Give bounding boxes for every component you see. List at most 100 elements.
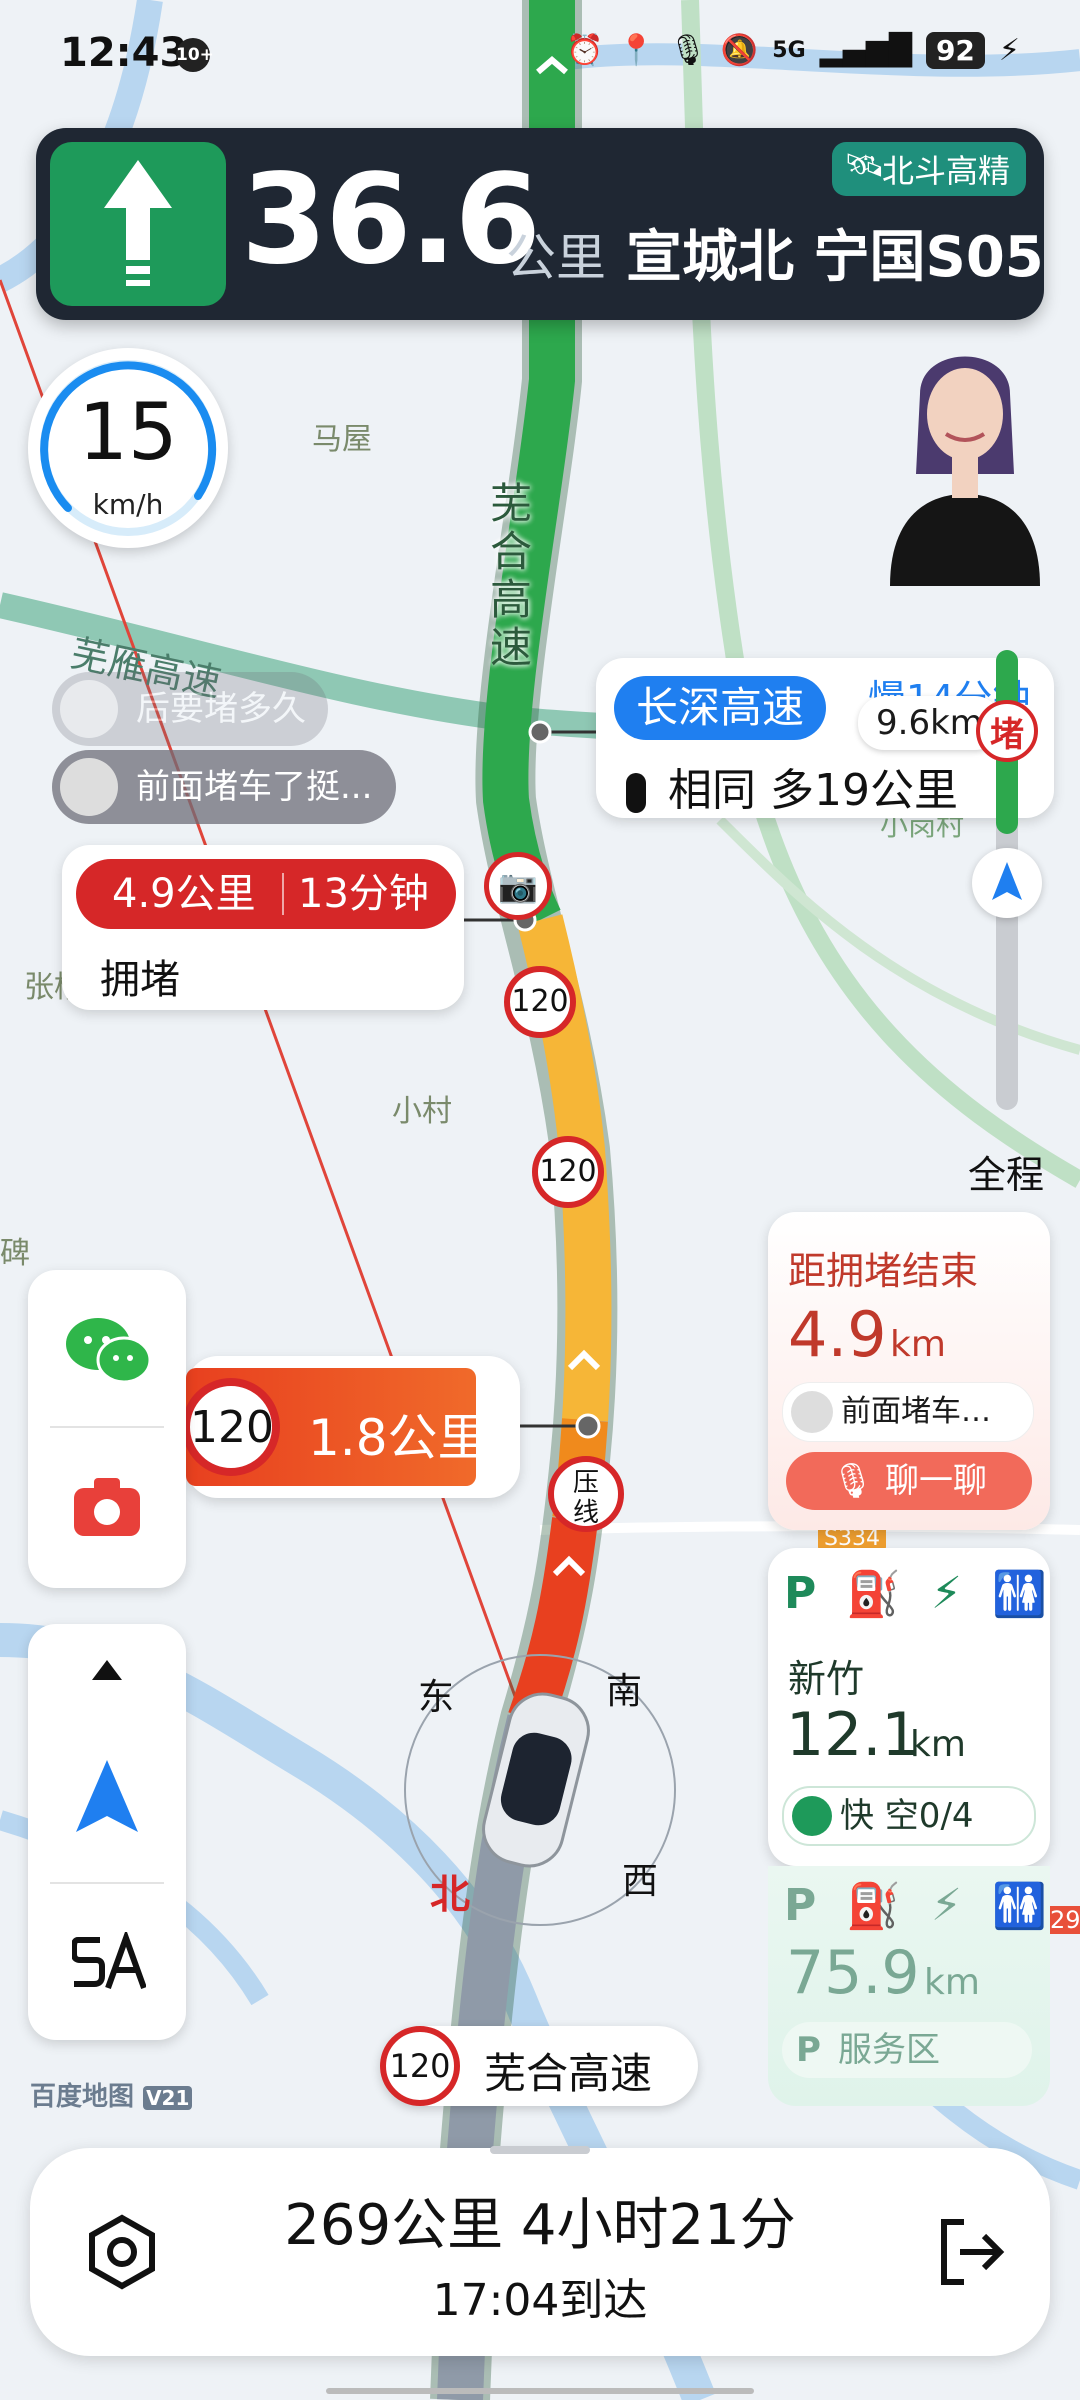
charging-icon: ⚡ — [931, 1880, 962, 1931]
next-road-name: 宣城北 宁国S05 — [626, 225, 1044, 290]
place-label: 马屋 — [312, 422, 372, 457]
voice-assistant-avatar[interactable] — [880, 334, 1050, 586]
speedometer: 15 km/h — [28, 348, 228, 548]
system-gesture-bar — [326, 2388, 754, 2394]
nav-guidance-banner[interactable]: 36.6 公里 宣城北 宁国S05 🛰 北斗高精 — [36, 128, 1044, 320]
trip-distance-time: 269公里 4小时21分 — [284, 2193, 796, 2258]
trip-eta: 17:04到达 — [432, 2275, 648, 2326]
congestion-status: 拥堵 — [100, 957, 180, 1003]
congestion-time: 13分钟 — [298, 871, 429, 917]
facility-icons: P ⛽ ⚡ 🚻 — [784, 1568, 1047, 1620]
overview-label[interactable]: 全程 — [968, 1144, 1044, 1199]
network-type: 5G — [772, 38, 806, 63]
speed-camera-card[interactable]: 120 1.8公里 — [182, 1356, 520, 1498]
parking-icon: P — [796, 2030, 821, 2070]
next-area-type: P 服务区 — [782, 2022, 1032, 2078]
beidou-label: 北斗高精 — [881, 152, 1010, 190]
compass-east: 东 — [418, 1677, 455, 1718]
current-speed: 15 — [78, 388, 178, 478]
traffic-light-icon — [626, 773, 646, 813]
speed-limit-sign: 120 — [182, 1378, 280, 1476]
notification-count: 10+ — [176, 38, 214, 72]
next-area-distance: 75.9 — [786, 1938, 920, 2008]
congestion-distance: 4.9公里 — [112, 871, 256, 917]
mic-icon: 🎙 — [831, 1461, 875, 1501]
wechat-button[interactable] — [28, 1270, 186, 1426]
fuel-icon: ⛽ — [846, 1569, 902, 1620]
place-label: 小村 — [392, 1094, 452, 1129]
route-a-icon — [72, 1932, 146, 1990]
next-area-unit: km — [924, 1962, 980, 2003]
divider — [50, 1882, 164, 1884]
assistant-avatar-image — [890, 356, 1040, 586]
parking-coffee-icon: P — [784, 1880, 817, 1931]
chat-button[interactable]: 🎙 聊一聊 — [786, 1452, 1032, 1510]
jam-end-card[interactable]: 距拥堵结束 4.9 km 前面堵车… 🎙 聊一聊 — [768, 1212, 1050, 1530]
alt-route-desc: 相同 多19公里 — [626, 754, 958, 818]
left-tools-group — [28, 1270, 186, 1588]
avatar — [60, 758, 118, 816]
charging-status: 快 空0/4 — [782, 1786, 1036, 1846]
congestion-card[interactable]: 4.9公里 13分钟 拥堵 — [62, 845, 464, 1010]
chat-bubble-faded[interactable]: 后要堵多久 — [52, 672, 328, 746]
beidou-badge: 🛰 北斗高精 — [831, 142, 1026, 196]
charging-icon: ⚡ — [998, 33, 1020, 68]
highway-label-vertical: 芜合高速 — [490, 479, 533, 672]
straight-arrow-icon — [104, 160, 172, 286]
chat-button-label: 聊一聊 — [884, 1461, 987, 1501]
lane-line-camera-sign: 压线 — [548, 1456, 624, 1532]
service-area-name: 新竹 — [788, 1657, 865, 1701]
speed-limit-sign: 120 — [532, 1136, 604, 1208]
distance-unit: 公里 — [506, 229, 606, 287]
north-up-toggle[interactable] — [28, 1720, 186, 1880]
facility-icons: P ⛽ ⚡ 🚻 — [784, 1880, 1047, 1932]
next-area-type-label: 服务区 — [838, 2030, 940, 2070]
jam-marker-icon: 堵 — [976, 700, 1038, 762]
avatar — [60, 680, 118, 738]
place-label: 碑 — [0, 1236, 30, 1271]
caret-up-icon — [92, 1660, 122, 1680]
congestion-pill: 4.9公里 13分钟 — [76, 859, 456, 929]
current-road-label: 120 芜合高速 — [380, 2026, 698, 2106]
alt-route-detail: 相同 多19公里 — [668, 765, 958, 816]
my-position-marker — [972, 848, 1042, 918]
brand-logo: 百度地图 V21 — [30, 2076, 193, 2113]
drag-handle[interactable] — [490, 2146, 590, 2154]
chat-text: 前面堵车了挺... — [136, 767, 373, 807]
alt-route-road: 长深高速 — [614, 676, 827, 740]
mute-icon: 🔕 — [720, 33, 759, 68]
battery-level: 92 — [925, 32, 985, 69]
compass-west: 西 — [622, 1861, 659, 1902]
restroom-icon: 🚻 — [991, 1569, 1047, 1620]
camera-icon — [74, 1478, 140, 1536]
service-area-distance: 12.1 — [786, 1700, 920, 1770]
road-shield: 29 — [1046, 1906, 1080, 1934]
location-icon: 📍 — [617, 33, 655, 68]
camera-distance: 1.8公里 — [308, 1409, 488, 1467]
trip-summary-bar[interactable]: 269公里 4小时21分 17:04到达 — [30, 2146, 1050, 2356]
collapse-button[interactable] — [28, 1624, 186, 1720]
chat-bubble[interactable]: 前面堵车了挺... — [52, 750, 396, 824]
service-area-unit: km — [910, 1724, 966, 1765]
navigation-arrow-icon — [76, 1760, 138, 1832]
jam-chat-preview[interactable]: 前面堵车… — [782, 1382, 1034, 1442]
compass-south: 南 — [606, 1671, 643, 1712]
exit-navigation-icon[interactable] — [930, 2212, 1010, 2292]
next-service-area[interactable]: P ⛽ ⚡ 🚻 75.9 km P 服务区 — [768, 1866, 1050, 2106]
jam-end-title: 距拥堵结束 — [788, 1249, 979, 1293]
speed-limit-sign: 120 — [504, 966, 576, 1038]
charger-icon — [792, 1796, 832, 1836]
charging-icon: ⚡ — [931, 1568, 962, 1619]
chat-text: 前面堵车… — [841, 1394, 991, 1429]
next-maneuver-distance: 36.6 — [241, 148, 541, 292]
turn-direction-box — [50, 142, 226, 306]
status-bar: 12:43 10+ ⏰ 📍 🎙 🔕 5G ▂▄▆█ 92 ⚡ — [0, 0, 1080, 110]
parking-coffee-icon: P — [784, 1568, 817, 1619]
jam-end-value: 4.9 — [788, 1298, 887, 1371]
service-area-card[interactable]: P ⛽ ⚡ 🚻 新竹 12.1 km 快 空0/4 — [768, 1548, 1050, 1866]
camera-button[interactable] — [28, 1430, 186, 1586]
speed-limit-sign: 120 — [380, 2026, 460, 2106]
signal-icon: ▂▄▆█ — [819, 33, 912, 68]
speed-camera-icon: 📷 — [484, 852, 552, 920]
route-mode-button[interactable] — [28, 1886, 186, 2038]
